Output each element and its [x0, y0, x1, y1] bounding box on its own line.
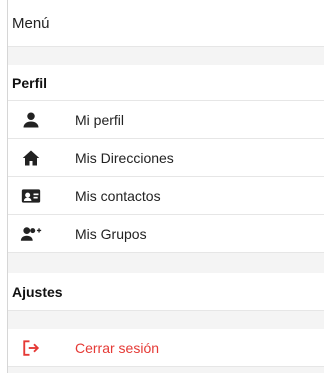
menu-item-label: Mis Grupos — [75, 225, 147, 242]
logout-button[interactable]: Cerrar sesión — [8, 329, 324, 367]
menu-title: Menú — [12, 14, 50, 32]
menu-item-label: Mis Direcciones — [75, 149, 174, 166]
menu-item-mis-direcciones[interactable]: Mis Direcciones — [8, 139, 324, 177]
menu-item-mis-grupos[interactable]: Mis Grupos — [8, 215, 324, 253]
menu-panel: Menú Perfil Mi perfil Mis Direcciones Mi… — [7, 0, 324, 373]
logout-icon — [19, 339, 43, 357]
logout-section: Cerrar sesión — [8, 329, 324, 367]
ajustes-section-title: Ajustes — [8, 273, 324, 311]
section-gap — [8, 311, 324, 329]
person-icon — [19, 111, 43, 129]
menu-item-label: Mis contactos — [75, 187, 161, 204]
menu-item-mi-perfil[interactable]: Mi perfil — [8, 101, 324, 139]
home-icon — [19, 149, 43, 167]
contact-card-icon — [19, 187, 43, 205]
menu-item-mis-contactos[interactable]: Mis contactos — [8, 177, 324, 215]
perfil-section: Perfil Mi perfil Mis Direcciones Mis con… — [8, 65, 324, 253]
menu-header: Menú — [8, 0, 324, 47]
menu-item-label: Mi perfil — [75, 111, 125, 128]
section-gap — [8, 47, 324, 65]
perfil-section-title: Perfil — [8, 65, 324, 101]
logout-label: Cerrar sesión — [75, 339, 160, 356]
section-gap — [8, 253, 324, 273]
group-add-icon — [19, 225, 43, 243]
ajustes-section: Ajustes — [8, 273, 324, 311]
